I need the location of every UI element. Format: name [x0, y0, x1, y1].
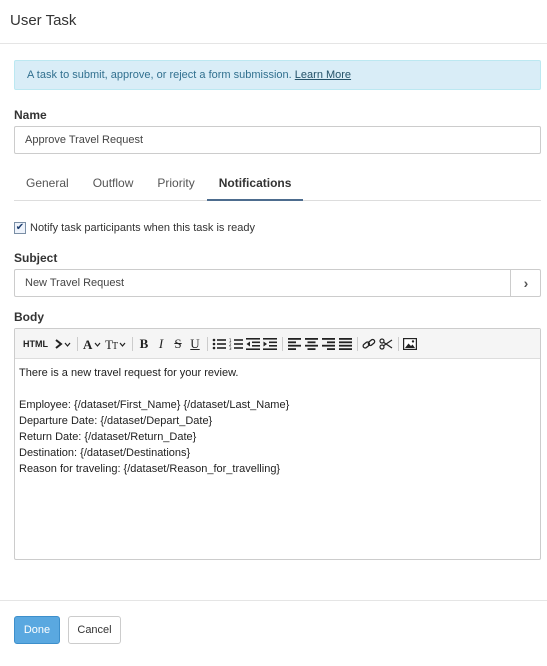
underline-icon[interactable]: U — [188, 336, 202, 352]
notify-label: Notify task participants when this task … — [30, 222, 255, 234]
name-label: Name — [14, 108, 47, 122]
bullet-list-icon[interactable] — [212, 336, 226, 352]
italic-icon[interactable]: I — [154, 336, 168, 352]
image-icon[interactable] — [403, 336, 417, 352]
font-color-icon[interactable]: A — [82, 336, 102, 352]
cancel-button[interactable]: Cancel — [68, 616, 121, 644]
tab-priority[interactable]: Priority — [145, 168, 206, 201]
editor-body[interactable]: There is a new travel request for your r… — [15, 359, 540, 483]
body-line: Return Date: {/dataset/Return_Date} — [19, 431, 197, 443]
chevron-right-icon: › — [523, 275, 529, 291]
body-line: Departure Date: {/dataset/Depart_Date} — [19, 415, 213, 427]
align-left-icon[interactable] — [287, 336, 301, 352]
body-label: Body — [14, 310, 44, 324]
subject-input[interactable]: New Travel Request — [14, 269, 541, 297]
tab-notifications[interactable]: Notifications — [206, 168, 304, 201]
name-input[interactable]: Approve Travel Request — [14, 126, 541, 154]
rich-text-editor: HTML A TT B I S U 123 There is a new tra… — [14, 328, 541, 560]
notify-row: ✔ Notify task participants when this tas… — [14, 222, 255, 234]
justify-icon[interactable] — [338, 336, 352, 352]
body-line: Reason for traveling: {/dataset/Reason_f… — [19, 463, 281, 475]
notify-checkbox[interactable]: ✔ — [14, 222, 26, 234]
numbered-list-icon[interactable]: 123 — [229, 336, 243, 352]
code-icon[interactable] — [54, 336, 72, 352]
bold-icon[interactable]: B — [137, 336, 151, 352]
outdent-icon[interactable] — [246, 336, 260, 352]
done-button[interactable]: Done — [14, 616, 60, 644]
align-right-icon[interactable] — [321, 336, 335, 352]
subject-picker-button[interactable]: › — [510, 270, 541, 296]
learn-more-link[interactable]: Learn More — [295, 69, 351, 81]
info-text: A task to submit, approve, or reject a f… — [27, 69, 292, 81]
font-size-icon[interactable]: TT — [105, 336, 127, 352]
indent-icon[interactable] — [263, 336, 277, 352]
tab-general[interactable]: General — [14, 168, 81, 201]
unlink-icon[interactable] — [379, 336, 393, 352]
info-banner: A task to submit, approve, or reject a f… — [14, 60, 541, 90]
svg-text:T: T — [112, 341, 118, 351]
tab-outflow[interactable]: Outflow — [81, 168, 146, 201]
link-icon[interactable] — [362, 336, 376, 352]
subject-label: Subject — [14, 251, 58, 265]
svg-text:A: A — [83, 337, 93, 351]
align-center-icon[interactable] — [304, 336, 318, 352]
body-line: There is a new travel request for your r… — [19, 367, 239, 379]
body-line: Destination: {/dataset/Destinations} — [19, 447, 191, 459]
tab-bar: General Outflow Priority Notifications — [14, 168, 541, 201]
body-line — [19, 381, 536, 397]
footer-divider — [0, 600, 547, 601]
svg-text:3: 3 — [229, 346, 232, 350]
body-line: Employee: {/dataset/First_Name} {/datase… — [19, 399, 290, 411]
strikethrough-icon[interactable]: S — [171, 336, 185, 352]
editor-toolbar: HTML A TT B I S U 123 — [15, 329, 540, 359]
dialog-title: User Task — [0, 0, 547, 44]
html-source-button[interactable]: HTML — [23, 336, 48, 352]
